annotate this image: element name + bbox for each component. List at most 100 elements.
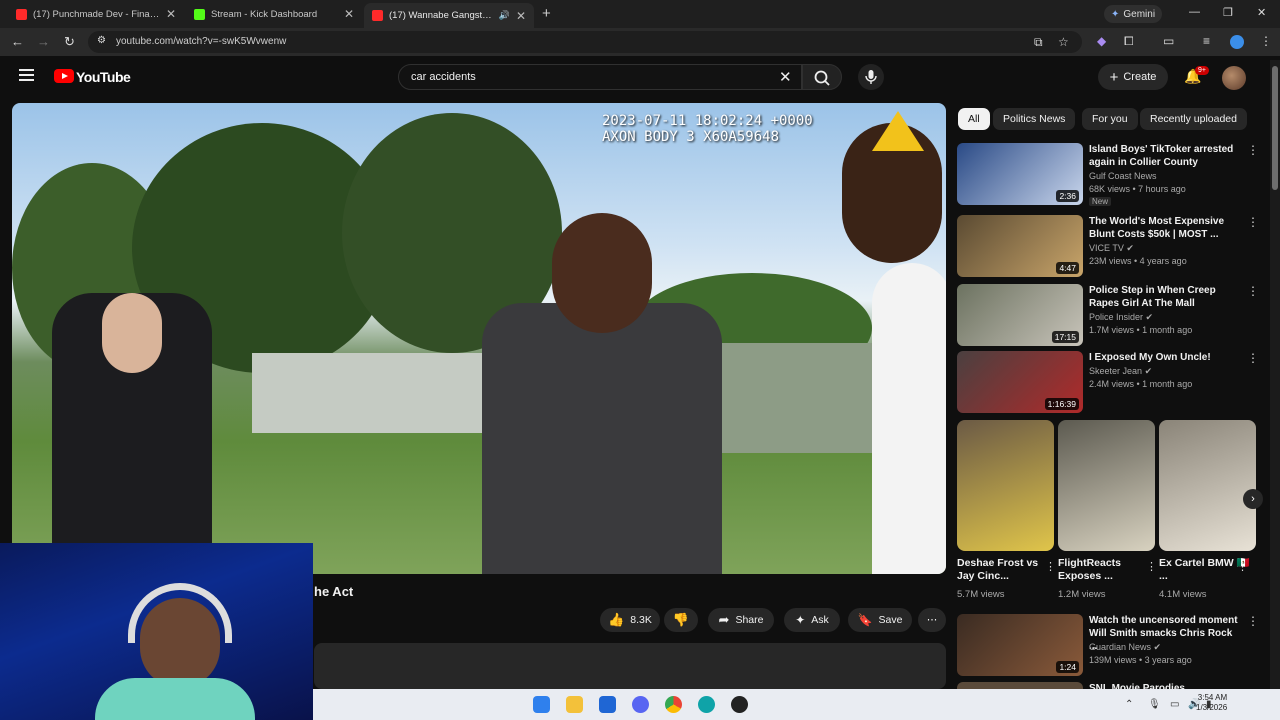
video-thumbnail[interactable]: 4:47 — [957, 215, 1083, 277]
new-badge: New — [1089, 197, 1112, 206]
more-options-icon[interactable]: ⋮ — [1237, 560, 1248, 573]
browser-menu-icon[interactable]: ⋮ — [1260, 34, 1272, 48]
recommendation-item[interactable]: 1:24 Watch the uncensored moment Will Sm… — [957, 614, 1259, 678]
browser-tab-kick[interactable]: Stream - Kick Dashboard ✕ — [186, 3, 362, 25]
reload-icon[interactable]: ↻ — [64, 34, 75, 50]
new-tab-button[interactable]: + — [542, 5, 551, 22]
extensions-puzzle-icon[interactable]: ⧠ — [1124, 34, 1134, 49]
speaker-icon[interactable]: 🔊 — [499, 10, 510, 21]
start-windows-icon[interactable] — [533, 696, 550, 713]
chip-for-you[interactable]: For you — [1082, 108, 1138, 130]
taskbar-clock[interactable]: 3:54 AM 1/3/2026 — [1196, 693, 1227, 713]
short-thumbnail[interactable] — [957, 420, 1054, 551]
video-title[interactable]: Island Boys' TikToker arrested again in … — [1089, 143, 1239, 169]
video-title-partial[interactable]: SNL Movie Parodies — [1089, 682, 1239, 689]
short-item[interactable]: FlightReacts Exposes ... 1.2M views ⋮ — [1058, 420, 1157, 600]
profile-icon[interactable] — [1230, 35, 1244, 49]
short-title[interactable]: Deshae Frost vs Jay Cinc... — [957, 557, 1054, 585]
short-item[interactable]: Ex Cartel BMW 🇲🇽 ... 4.1M views ⋮ — [1159, 420, 1256, 600]
browser-tab-punchmade[interactable]: (17) Punchmade Dev - Financia ✕ — [8, 3, 184, 25]
scrollbar-thumb[interactable] — [1272, 66, 1278, 190]
video-title[interactable]: The World's Most Expensive Blunt Costs $… — [1089, 215, 1239, 241]
microphone-tray-icon[interactable]: 🎙 — [1148, 699, 1161, 710]
youtube-logo-icon[interactable] — [54, 69, 74, 83]
gemini-sparkle-icon: ✦ — [1111, 8, 1120, 20]
network-icon[interactable]: ▭ — [1170, 699, 1179, 710]
browser-tab-active-video[interactable]: (17) Wannabe Gangsters Ca 🔊 ✕ — [364, 3, 534, 28]
share-button[interactable]: ➦ Share — [708, 608, 774, 632]
shorts-next-arrow-icon[interactable]: › — [1243, 489, 1263, 509]
bookmark-star-icon[interactable]: ☆ — [1058, 35, 1069, 49]
recommendation-item[interactable]: 17:15 Police Step in When Creep Rapes Gi… — [957, 284, 1259, 348]
create-button[interactable]: + Create — [1098, 64, 1168, 90]
recommendation-item[interactable]: 4:47 The World's Most Expensive Blunt Co… — [957, 215, 1259, 279]
channel-name[interactable]: Skeeter Jean ✔ — [1089, 366, 1152, 377]
ask-button[interactable]: ✦ Ask — [784, 608, 840, 632]
more-options-icon[interactable]: ⋮ — [1247, 351, 1259, 365]
forward-arrow-icon[interactable]: → — [37, 34, 50, 49]
video-title[interactable]: Police Step in When Creep Rapes Girl At … — [1089, 284, 1239, 310]
store-icon[interactable] — [599, 696, 616, 713]
minimize-icon[interactable]: — — [1189, 6, 1200, 18]
search-button[interactable] — [802, 64, 842, 90]
channel-name[interactable]: Guardian News ✔ — [1089, 642, 1161, 653]
video-thumbnail[interactable]: 1:24 — [957, 614, 1083, 676]
video-thumbnail[interactable]: 2:36 — [957, 143, 1083, 205]
close-tab-icon[interactable]: ✕ — [166, 7, 176, 21]
split-view-icon[interactable]: ▭ — [1163, 34, 1174, 48]
recommendation-item[interactable]: 1:16:39 I Exposed My Own Uncle! Skeeter … — [957, 351, 1259, 415]
more-options-icon[interactable]: ⋮ — [1247, 215, 1259, 229]
more-options-icon[interactable]: ⋮ — [1045, 560, 1056, 573]
gemini-button[interactable]: ✦ Gemini — [1104, 5, 1163, 23]
close-tab-icon[interactable]: ✕ — [344, 7, 354, 21]
video-thumbnail[interactable]: 17:15 — [957, 284, 1083, 346]
chrome-icon[interactable] — [665, 696, 682, 713]
like-button[interactable]: 👍 8.3K — [600, 608, 660, 632]
chip-politics-news[interactable]: Politics News — [993, 108, 1076, 130]
file-explorer-icon[interactable] — [566, 696, 583, 713]
more-options-icon[interactable]: ⋮ — [1146, 560, 1157, 573]
more-options-icon[interactable]: ⋮ — [1247, 284, 1259, 298]
media-controls-icon[interactable]: ≡ — [1203, 34, 1210, 48]
recommendation-item[interactable]: 2:36 Island Boys' TikToker arrested agai… — [957, 143, 1259, 207]
install-app-icon[interactable]: ⧉ — [1034, 35, 1043, 50]
short-item[interactable]: Deshae Frost vs Jay Cinc... 5.7M views ⋮ — [957, 420, 1056, 600]
video-thumbnail[interactable]: 1:16:39 — [957, 351, 1083, 413]
close-window-icon[interactable]: ✕ — [1257, 6, 1266, 19]
short-views: 1.2M views — [1058, 589, 1106, 600]
more-options-icon[interactable]: ⋮ — [1247, 614, 1259, 628]
video-player[interactable]: 2023-07-11 18:02:24 +0000 AXON BODY 3 X6… — [12, 103, 946, 574]
video-thumbnail[interactable] — [957, 682, 1083, 689]
extension-icon[interactable]: ◆ — [1097, 34, 1106, 48]
show-hidden-icons-icon[interactable]: ⌃ — [1125, 699, 1133, 710]
channel-name[interactable]: Gulf Coast News — [1089, 171, 1157, 181]
address-bar[interactable]: ⚙ youtube.com/watch?v=-swK5Wvwenw ⧉ ☆ — [88, 31, 1082, 53]
channel-name[interactable]: VICE TV ✔ — [1089, 243, 1134, 254]
video-title[interactable]: I Exposed My Own Uncle! — [1089, 351, 1239, 364]
search-input[interactable] — [411, 71, 751, 83]
voice-search-button[interactable] — [858, 64, 884, 90]
more-actions-button[interactable]: ⋯ — [918, 608, 946, 632]
menu-hamburger-icon[interactable] — [19, 69, 34, 81]
youtube-wordmark[interactable]: YouTube — [76, 69, 131, 85]
short-title[interactable]: FlightReacts Exposes ... — [1058, 557, 1155, 585]
create-label: Create — [1123, 71, 1157, 83]
restore-icon[interactable]: ❐ — [1223, 6, 1233, 19]
back-arrow-icon[interactable]: ← — [11, 34, 24, 49]
discord-icon[interactable] — [632, 696, 649, 713]
app-icon[interactable] — [731, 696, 748, 713]
chip-recently-uploaded[interactable]: Recently uploaded — [1140, 108, 1247, 130]
chip-all[interactable]: All — [958, 108, 990, 130]
save-button[interactable]: 🔖 Save — [848, 608, 912, 632]
close-tab-icon[interactable]: ✕ — [516, 9, 526, 23]
short-thumbnail[interactable] — [1058, 420, 1155, 551]
more-options-icon[interactable]: ⋮ — [1247, 143, 1259, 157]
channel-name[interactable]: Police Insider ✔ — [1089, 312, 1153, 323]
account-avatar[interactable] — [1222, 66, 1246, 90]
edge-icon[interactable] — [698, 696, 715, 713]
site-info-icon[interactable]: ⚙ — [97, 35, 106, 46]
clear-search-icon[interactable]: ✕ — [779, 68, 792, 86]
short-thumbnail[interactable] — [1159, 420, 1256, 551]
dislike-button[interactable]: 👎 — [664, 608, 698, 632]
description-box[interactable] — [314, 643, 946, 689]
